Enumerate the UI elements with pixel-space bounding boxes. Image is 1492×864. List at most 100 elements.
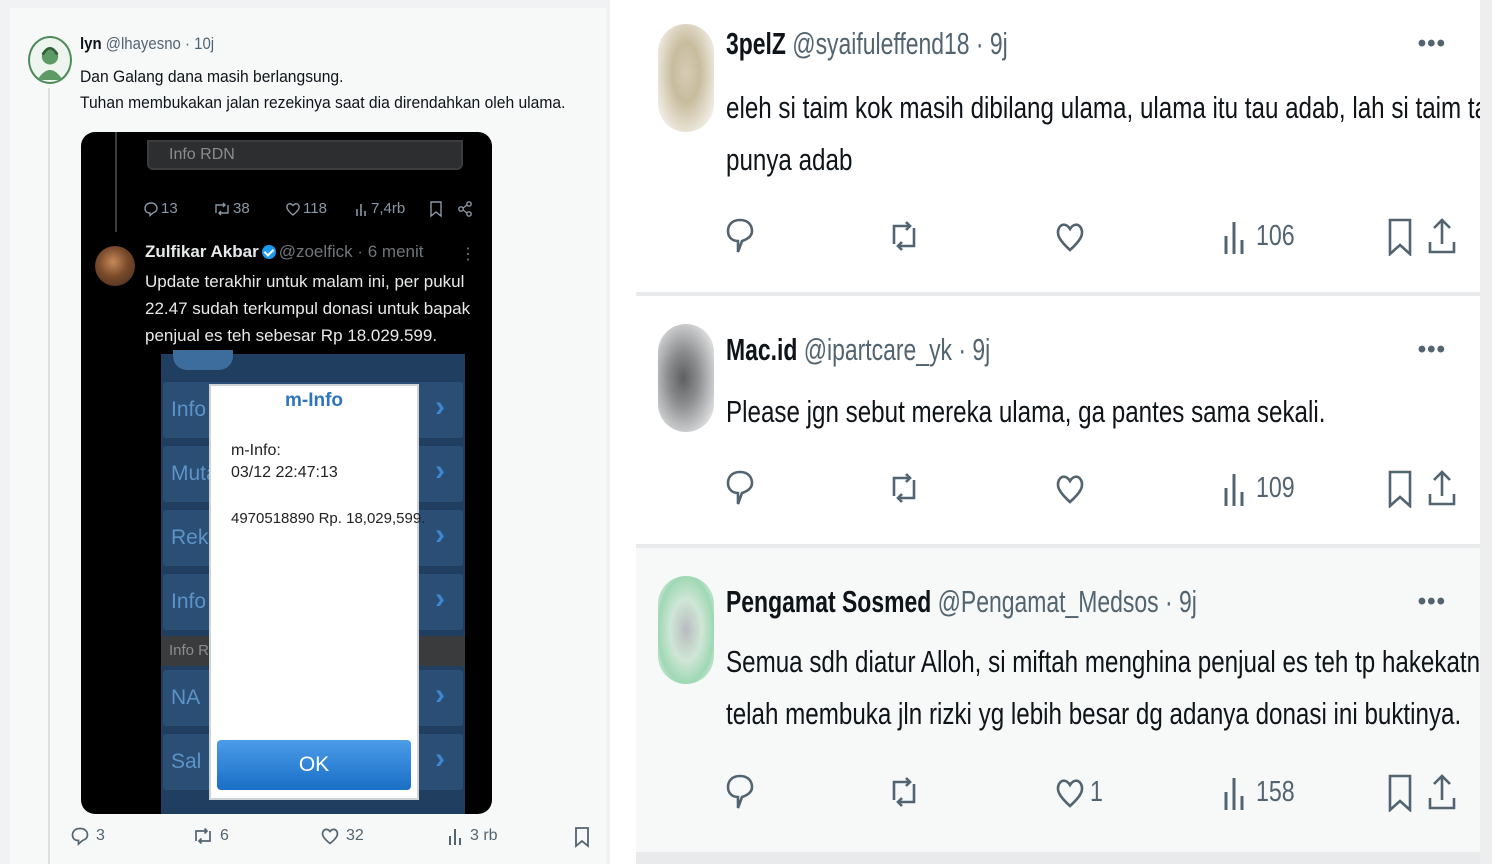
author-name[interactable]: Pengamat Sosmed xyxy=(726,584,931,619)
thread-line xyxy=(48,88,50,864)
avatar[interactable] xyxy=(658,24,714,132)
author-handle-time[interactable]: @lhayesno · 10j xyxy=(106,34,214,53)
reply-button[interactable] xyxy=(724,216,756,256)
more-options-icon[interactable]: ••• xyxy=(1418,588,1446,616)
media-reply-count: 13 xyxy=(161,200,178,217)
share-icon xyxy=(458,201,472,217)
like-button[interactable]: 1 xyxy=(1054,772,1106,812)
author-handle-time[interactable]: @syaifuleffend18 · 9j xyxy=(792,26,1007,61)
tweet-action-bar: 3 6 32 3 rb xyxy=(70,826,600,850)
media-thread-line xyxy=(115,132,117,232)
media-like-count: 118 xyxy=(303,200,327,217)
app-menu-label: NA xyxy=(171,686,201,709)
author-name[interactable]: lyn xyxy=(80,34,102,53)
views-icon xyxy=(1224,222,1244,254)
author-name[interactable]: 3pelZ xyxy=(726,26,786,61)
retweet-button[interactable] xyxy=(888,216,920,256)
avatar[interactable] xyxy=(658,576,714,684)
tweet-media-image[interactable]: Info RDN 13 38 118 7,4rb Zulfikar Akbar … xyxy=(81,132,492,814)
dialog-amount: 4970518890 Rp. 18,029,599. xyxy=(231,510,426,527)
quoted-text: Update terakhir untuk malam ini, per puk… xyxy=(145,272,471,345)
heart-icon xyxy=(1056,779,1084,808)
like-button[interactable]: 32 xyxy=(320,826,364,846)
retweet-count: 6 xyxy=(220,827,229,844)
tweet-action-bar: 106 xyxy=(724,216,1464,260)
bookmark-icon xyxy=(1388,218,1412,256)
heart-icon xyxy=(321,828,339,845)
views-icon xyxy=(356,203,366,216)
tweet-text: Dan Galang dana masih berlangsung. Tuhan… xyxy=(80,64,565,116)
views-button[interactable]: 3 rb xyxy=(448,826,498,846)
like-button[interactable] xyxy=(1054,468,1090,508)
media-reply: 13 xyxy=(143,200,178,217)
reply-icon xyxy=(726,218,754,253)
app-menu-label: Sal xyxy=(171,750,202,773)
tweet-text: eleh si taim kok masih dibilang ulama, u… xyxy=(726,82,1492,186)
quoted-avatar xyxy=(95,246,135,286)
tweet-header: 3pelZ @syaifuleffend18 · 9j xyxy=(726,26,1008,62)
left-screenshot-panel: lyn @lhayesno · 10j Dan Galang dana masi… xyxy=(0,0,610,864)
reply-button[interactable] xyxy=(724,468,756,508)
author-handle-time[interactable]: @Pengamat_Medsos · 9j xyxy=(938,584,1197,619)
retweet-icon xyxy=(892,221,916,251)
tweet-text: Please jgn sebut mereka ulama, ga pantes… xyxy=(726,386,1325,438)
heart-icon xyxy=(286,202,300,216)
app-menu-label: Info xyxy=(171,398,207,421)
like-count: 1 xyxy=(1090,775,1103,808)
views-button[interactable]: 158 xyxy=(1220,772,1304,812)
tweet-text-line: Dan Galang dana masih berlangsung. xyxy=(80,67,344,86)
share-button[interactable] xyxy=(1426,772,1458,812)
bookmark-button[interactable] xyxy=(574,826,590,848)
chevron-right-icon: › xyxy=(435,678,445,711)
views-button[interactable]: 106 xyxy=(1220,216,1304,256)
tweet-header: Mac.id @ipartcare_yk · 9j xyxy=(726,332,990,368)
reply-button[interactable] xyxy=(724,772,756,812)
reply-icon xyxy=(726,470,754,505)
author-handle-time[interactable]: @ipartcare_yk · 9j xyxy=(804,332,990,367)
views-count: 106 xyxy=(1256,219,1295,252)
reply-tweet[interactable]: Mac.id @ipartcare_yk · 9j ••• Please jgn… xyxy=(636,296,1480,544)
chevron-right-icon: › xyxy=(435,390,445,423)
tweet-header: Pengamat Sosmed @Pengamat_Medsos · 9j xyxy=(726,584,1197,620)
reply-button[interactable]: 3 xyxy=(70,826,105,846)
bookmark-icon xyxy=(1388,774,1412,812)
avatar[interactable] xyxy=(28,36,72,84)
reply-tweet[interactable]: Pengamat Sosmed @Pengamat_Medsos · 9j ••… xyxy=(636,548,1492,852)
tweet-text-line: eleh si taim kok masih dibilang ulama, u… xyxy=(726,90,1492,125)
media-views: 7,4rb xyxy=(355,200,405,217)
app-menu-label: Info xyxy=(171,590,207,613)
tweet-text-line: Please jgn sebut mereka ulama, ga pantes… xyxy=(726,394,1326,429)
views-count: 158 xyxy=(1256,775,1295,808)
views-count: 109 xyxy=(1256,471,1295,504)
dialog-ok-button: OK xyxy=(217,740,411,790)
reply-tweet[interactable]: 3pelZ @syaifuleffend18 · 9j ••• eleh si … xyxy=(636,0,1492,292)
bookmark-icon xyxy=(430,201,442,218)
bookmark-button[interactable] xyxy=(1384,772,1416,812)
retweet-button[interactable] xyxy=(888,772,920,812)
share-button[interactable] xyxy=(1426,216,1458,256)
bookmark-button[interactable] xyxy=(1384,216,1416,256)
avatar[interactable] xyxy=(658,324,714,432)
author-name[interactable]: Mac.id xyxy=(726,332,797,367)
panel-divider xyxy=(610,0,636,864)
retweet-icon xyxy=(195,827,211,845)
share-button[interactable] xyxy=(1426,468,1458,508)
tweet-card[interactable]: lyn @lhayesno · 10j Dan Galang dana masi… xyxy=(10,8,606,864)
like-button[interactable] xyxy=(1054,216,1090,256)
reply-icon xyxy=(71,827,89,846)
bookmark-button[interactable] xyxy=(1384,468,1416,508)
media-views-count: 7,4rb xyxy=(371,200,406,217)
quoted-name: Zulfikar Akbar xyxy=(145,242,259,261)
bookmark-icon xyxy=(575,827,589,848)
more-options-icon[interactable]: ••• xyxy=(1418,30,1446,58)
chevron-right-icon: › xyxy=(435,518,445,551)
retweet-button[interactable]: 6 xyxy=(192,826,229,846)
more-options-icon[interactable]: ••• xyxy=(1418,336,1446,364)
reply-count: 3 xyxy=(96,827,105,844)
retweet-button[interactable] xyxy=(888,468,920,508)
like-count: 32 xyxy=(346,827,364,844)
share-icon xyxy=(1428,470,1456,506)
views-button[interactable]: 109 xyxy=(1220,468,1304,508)
media-retweet: 38 xyxy=(213,200,250,217)
reply-icon xyxy=(726,774,754,809)
